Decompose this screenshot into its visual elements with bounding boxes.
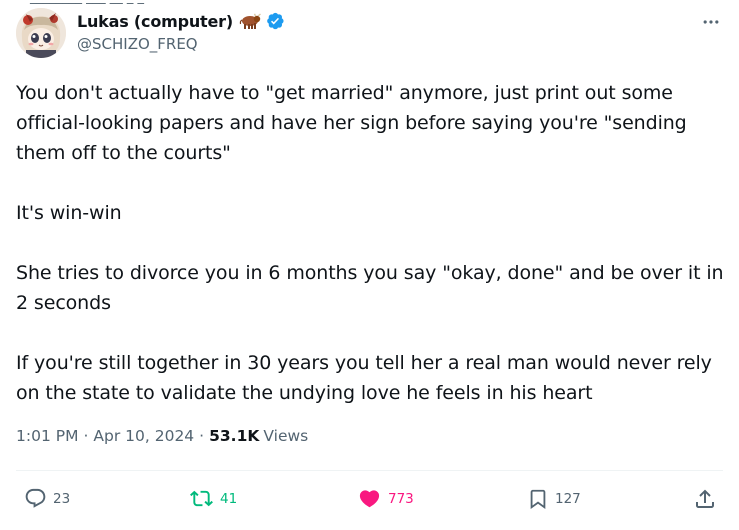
views-count[interactable]: 53.1K xyxy=(209,427,259,445)
tweet-paragraph: You don't actually have to "get married"… xyxy=(16,82,687,164)
bookmark-button[interactable]: 127 xyxy=(527,487,581,511)
avatar[interactable] xyxy=(16,8,66,58)
share-button[interactable] xyxy=(693,487,717,511)
verified-badge-icon[interactable] xyxy=(265,11,285,31)
tweet-date[interactable]: Apr 10, 2024 xyxy=(93,427,194,445)
author-handle[interactable]: @SCHIZO_FREQ xyxy=(77,35,285,53)
reply-button[interactable]: 23 xyxy=(24,487,70,510)
tweet-time[interactable]: 1:01 PM xyxy=(16,427,78,445)
views-label: Views xyxy=(263,427,309,445)
repost-icon xyxy=(190,490,213,507)
tweet-text: You don't actually have to "get married"… xyxy=(16,78,728,408)
divider xyxy=(16,470,723,471)
heart-filled-icon xyxy=(359,490,380,508)
tweet-paragraph: If you're still together in 30 years you… xyxy=(16,352,712,404)
previous-tweet-sliver: ________ ___ __ _ _ xyxy=(0,0,739,4)
meta-separator: · xyxy=(83,427,89,445)
repost-count: 41 xyxy=(220,490,238,507)
more-dots-icon xyxy=(703,20,719,24)
like-count: 773 xyxy=(388,490,414,507)
tweet-paragraph: She tries to divorce you in 6 months you… xyxy=(16,262,724,314)
bull-emoji-icon xyxy=(239,12,261,30)
reply-count: 23 xyxy=(53,490,71,507)
bookmark-icon xyxy=(530,489,546,510)
author-block: Lukas (computer) @SCHIZO_FREQ xyxy=(77,10,285,53)
tweet-paragraph: It's win-win xyxy=(16,202,122,224)
repost-button[interactable]: 41 xyxy=(189,487,237,510)
share-icon xyxy=(696,489,714,508)
anime-avatar-icon xyxy=(16,8,66,58)
like-button[interactable]: 773 xyxy=(357,487,414,510)
reply-icon xyxy=(25,488,46,508)
meta-separator: · xyxy=(199,427,205,445)
author-name-row: Lukas (computer) xyxy=(77,10,285,32)
author-display-name[interactable]: Lukas (computer) xyxy=(77,12,233,31)
tweet-metadata: 1:01 PM · Apr 10, 2024 · 53.1K Views xyxy=(16,427,308,445)
more-options-button[interactable] xyxy=(699,10,723,34)
bookmark-count: 127 xyxy=(555,491,581,507)
